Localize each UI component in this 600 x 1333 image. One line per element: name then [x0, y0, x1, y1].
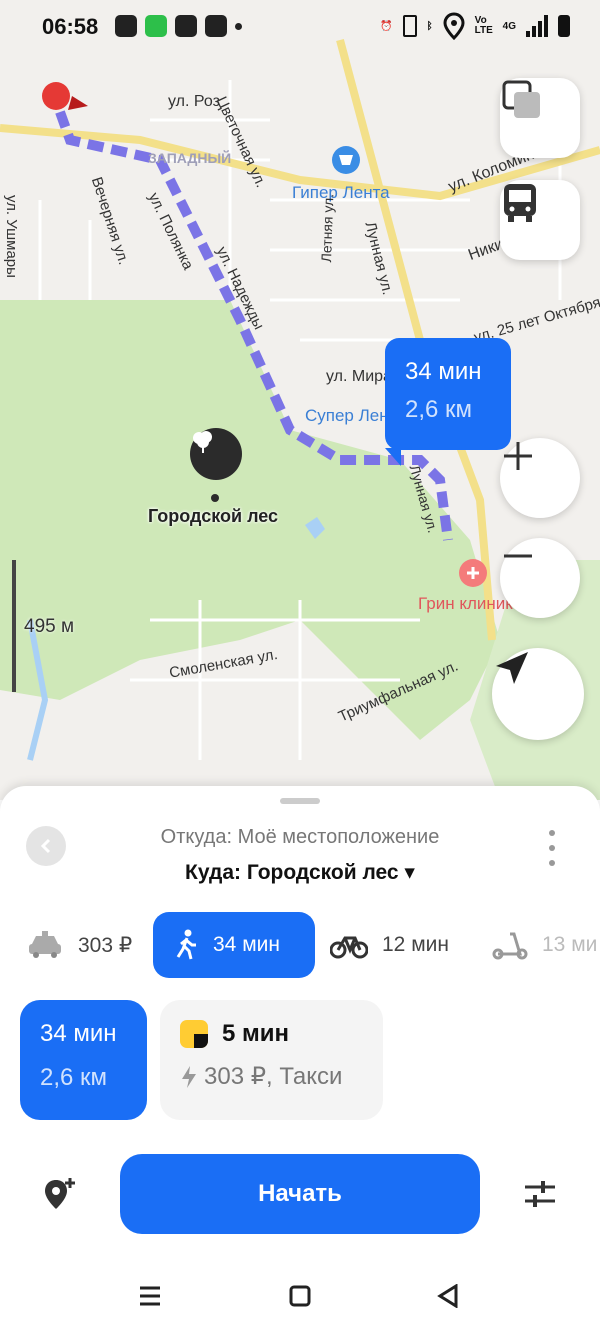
- layers-button[interactable]: [500, 78, 580, 158]
- add-waypoint-button[interactable]: [40, 1174, 80, 1214]
- route-settings-button[interactable]: [520, 1174, 560, 1214]
- more-notifications-icon: [235, 22, 242, 30]
- transport-button[interactable]: [500, 180, 580, 260]
- location-icon: [443, 12, 465, 40]
- home-square-icon: [289, 1285, 311, 1307]
- scale-bar: [12, 560, 16, 692]
- map-label: ЗАПАДНЫЙ: [148, 150, 232, 166]
- vibrate-icon: [402, 15, 417, 37]
- app-notification-icon: [205, 15, 227, 37]
- app-notification-icon: [115, 15, 137, 37]
- tree-icon: [193, 431, 212, 453]
- add-location-icon: [45, 1178, 75, 1209]
- route-sheet: Откуда: Моё местоположение Куда: Городск…: [0, 786, 600, 1333]
- map-view[interactable]: ул. Роз Цветочная ул. ЗАПАДНЫЙ Гипер Лен…: [0, 0, 600, 800]
- poi-name[interactable]: Городской лес: [148, 506, 278, 527]
- my-location-button[interactable]: [492, 648, 584, 740]
- mode-scooter[interactable]: 13 ми: [492, 912, 597, 978]
- navigation-arrow-icon: [496, 652, 528, 684]
- bluetooth-icon: ᛒ: [426, 20, 433, 32]
- forest-poi-pin[interactable]: [190, 428, 242, 480]
- taxi-price: 303 ₽, Такси: [204, 1063, 343, 1090]
- option-time: 34 мин: [40, 1020, 117, 1047]
- bike-icon: [330, 930, 368, 960]
- map-label: Летняя ул.: [318, 193, 337, 263]
- alarm-icon: ⏰: [380, 20, 393, 32]
- nav-back-button[interactable]: [428, 1276, 468, 1316]
- hamburger-icon: [140, 1286, 160, 1306]
- sheet-grabber[interactable]: [280, 798, 320, 804]
- poi-anchor-dot: [211, 494, 219, 502]
- zoom-in-button[interactable]: [500, 438, 580, 518]
- route-time: 34 мин: [405, 358, 482, 385]
- mode-label: 12 мин: [382, 933, 449, 956]
- mode-taxi[interactable]: 303 ₽: [26, 912, 132, 978]
- system-icons: ⏰ ᛒ Vo LTE 4G: [380, 12, 570, 40]
- nav-home-button[interactable]: [280, 1276, 320, 1316]
- route-option-taxi[interactable]: 5 мин 303 ₽, Такси: [160, 1000, 383, 1120]
- more-dot: [549, 860, 555, 866]
- status-time: 06:58: [42, 14, 99, 39]
- yandex-taxi-icon: [180, 1020, 208, 1048]
- mode-walk[interactable]: 34 мин: [153, 912, 315, 978]
- network-type: 4G: [502, 20, 516, 32]
- signal-icon: [526, 15, 548, 37]
- battery-icon: [558, 15, 570, 37]
- volte-icon: Vo LTE: [474, 15, 493, 36]
- route-option-walk[interactable]: 34 мин 2,6 км: [20, 1000, 147, 1120]
- scooter-icon: [492, 930, 528, 960]
- layers-icon: [502, 80, 540, 118]
- route-from[interactable]: Откуда: Моё местоположение: [0, 826, 600, 849]
- mode-label: 303 ₽: [78, 933, 133, 957]
- more-menu-button[interactable]: [546, 830, 558, 866]
- lightning-icon: [182, 1065, 196, 1088]
- map-label: ул. Мира: [326, 368, 392, 385]
- map-label: Грин клиник: [418, 594, 513, 613]
- status-bar: 06:58 ⏰ ᛒ Vo LTE 4G: [0, 0, 600, 52]
- taxi-eta: 5 мин: [222, 1020, 290, 1047]
- route-to[interactable]: Куда: Городской лес ▾: [0, 860, 600, 885]
- more-dot: [549, 845, 555, 851]
- app-notification-icon: [175, 15, 197, 37]
- option-distance: 2,6 км: [40, 1064, 108, 1091]
- zoom-out-button[interactable]: [500, 538, 580, 618]
- walk-icon: [175, 929, 199, 961]
- mode-label: 34 мин: [213, 933, 280, 956]
- notification-icons: [115, 14, 242, 38]
- plus-icon: [504, 442, 532, 470]
- back-triangle-icon: [437, 1284, 458, 1308]
- map-label: Гипер Лента: [292, 183, 390, 202]
- mode-bike[interactable]: 12 мин: [330, 912, 449, 978]
- sliders-icon: [525, 1181, 555, 1207]
- taxi-icon: [26, 930, 64, 960]
- route-distance: 2,6 км: [405, 396, 473, 423]
- start-button[interactable]: Начать: [120, 1154, 480, 1234]
- app-notification-icon: [145, 15, 167, 37]
- map-label: ул. Ушмары: [3, 195, 20, 278]
- system-nav-bar: [0, 1254, 600, 1333]
- more-dot: [549, 830, 555, 836]
- bus-icon: [504, 184, 536, 222]
- mode-label: 13 ми: [542, 933, 598, 956]
- nav-menu-button[interactable]: [130, 1276, 170, 1316]
- transport-modes: 303 ₽ 34 мин 12 мин 13 ми: [0, 912, 600, 978]
- route-bubble[interactable]: 34 мин 2,6 км: [385, 338, 511, 450]
- scale-label: 495 м: [24, 616, 75, 637]
- minus-icon: [504, 554, 532, 558]
